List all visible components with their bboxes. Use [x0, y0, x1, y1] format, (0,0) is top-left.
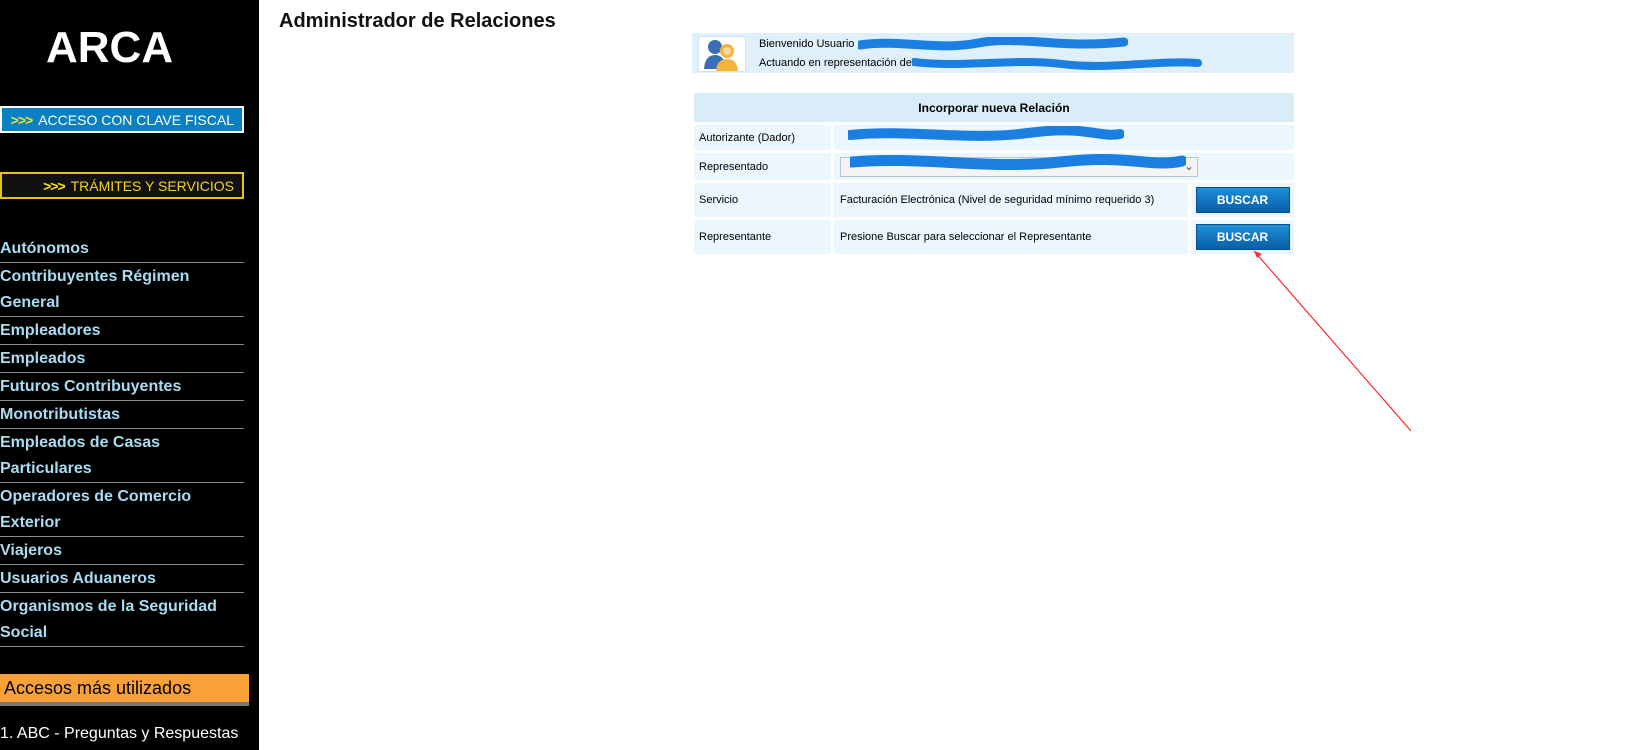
- representante-label: Representante: [694, 220, 831, 254]
- nav-item-empleados[interactable]: Empleados: [0, 345, 244, 373]
- representado-select[interactable]: ⌄: [840, 156, 1198, 177]
- servicio-label: Servicio: [694, 183, 831, 217]
- arrows-icon: >>>: [43, 177, 66, 194]
- welcome-user-prefix: Bienvenido Usuario: [759, 38, 855, 50]
- arca-logo[interactable]: ARCA: [46, 18, 206, 74]
- logo-text: ARCA: [46, 23, 173, 72]
- welcome-panel: Bienvenido Usuario Actuando en represent…: [692, 33, 1294, 73]
- nav-item-contribuyentes-regimen-general[interactable]: Contribuyentes Régimen General: [0, 263, 244, 317]
- arrows-icon: >>>: [10, 111, 34, 128]
- sidebar: ARCA >>> ACCESO CON CLAVE FISCAL >>> TRÁ…: [0, 0, 259, 750]
- nav-item-empleados-casas-particulares[interactable]: Empleados de Casas Particulares: [0, 429, 244, 483]
- row-representado: Representado ⌄: [694, 153, 1294, 180]
- buscar-servicio-button[interactable]: BUSCAR: [1195, 187, 1290, 213]
- sidebar-nav: Autónomos Contribuyentes Régimen General…: [0, 235, 244, 647]
- nav-item-organismos-seguridad-social[interactable]: Organismos de la Seguridad Social: [0, 593, 244, 647]
- nav-item-operadores-comercio-exterior[interactable]: Operadores de Comercio Exterior: [0, 483, 244, 537]
- row-servicio: Servicio Facturación Electrónica (Nivel …: [694, 183, 1294, 217]
- acting-as-prefix: Actuando en representación de: [759, 57, 912, 69]
- nav-item-empleadores[interactable]: Empleadores: [0, 317, 244, 345]
- acceso-clave-fiscal-label: ACCESO CON CLAVE FISCAL: [38, 111, 234, 128]
- accesos-mas-utilizados-heading: Accesos más utilizados: [0, 674, 249, 706]
- page-root: ARCA >>> ACCESO CON CLAVE FISCAL >>> TRÁ…: [0, 0, 1646, 750]
- nav-item-autonomos[interactable]: Autónomos: [0, 235, 244, 263]
- nav-item-monotributistas[interactable]: Monotributistas: [0, 401, 244, 429]
- representado-label: Representado: [694, 153, 831, 180]
- page-title: Administrador de Relaciones: [279, 10, 556, 32]
- buscar-representante-button[interactable]: BUSCAR: [1195, 224, 1290, 250]
- nav-item-usuarios-aduaneros[interactable]: Usuarios Aduaneros: [0, 565, 244, 593]
- servicio-button-cell: BUSCAR: [1191, 183, 1294, 217]
- nav-item-viajeros[interactable]: Viajeros: [0, 537, 244, 565]
- welcome-user-line: Bienvenido Usuario: [759, 38, 854, 50]
- form-header: Incorporar nueva Relación: [694, 93, 1294, 122]
- row-autorizante: Autorizante (Dador): [694, 125, 1294, 150]
- acceso-clave-fiscal-button[interactable]: >>> ACCESO CON CLAVE FISCAL: [0, 106, 244, 133]
- tramites-servicios-label: TRÁMITES Y SERVICIOS: [70, 177, 234, 194]
- autorizante-value: [834, 125, 1294, 150]
- acting-as-line: Actuando en representación de: [759, 57, 912, 69]
- servicio-value: Facturación Electrónica (Nivel de seguri…: [834, 183, 1188, 217]
- representante-value: Presione Buscar para seleccionar el Repr…: [834, 220, 1188, 254]
- incorporar-relacion-form: Incorporar nueva Relación Autorizante (D…: [694, 93, 1294, 254]
- representado-cell: ⌄: [834, 153, 1294, 180]
- chevron-down-icon: ⌄: [1183, 158, 1194, 173]
- row-representante: Representante Presione Buscar para selec…: [694, 220, 1294, 254]
- autorizante-label: Autorizante (Dador): [694, 125, 831, 150]
- representante-button-cell: BUSCAR: [1191, 220, 1294, 254]
- tramites-servicios-button[interactable]: >>> TRÁMITES Y SERVICIOS: [0, 172, 244, 199]
- nav-item-futuros-contribuyentes[interactable]: Futuros Contribuyentes: [0, 373, 244, 401]
- users-icon: [698, 36, 746, 72]
- abc-preguntas-link[interactable]: 1. ABC - Preguntas y Respuestas: [0, 725, 238, 743]
